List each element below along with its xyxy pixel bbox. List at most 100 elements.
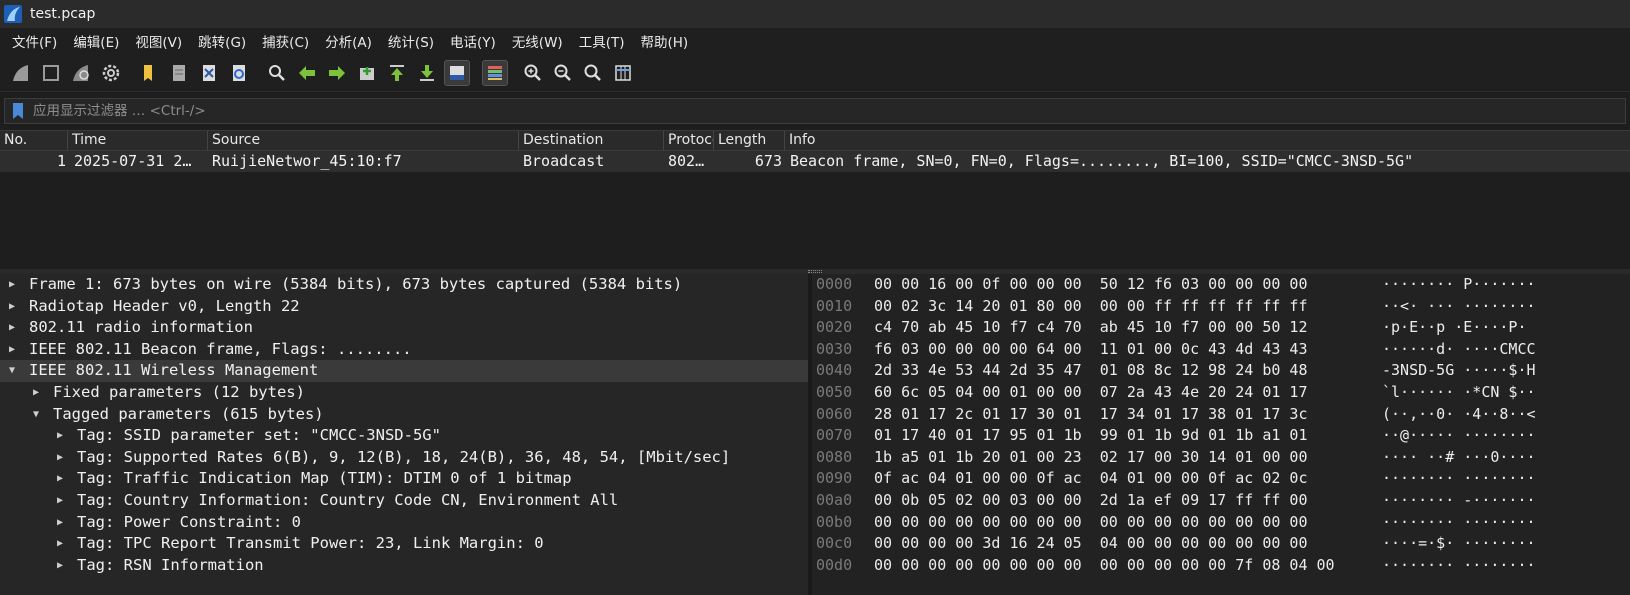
byte-hex: f6 03 00 00 00 00 64 00 11 01 00 0c 43 4… xyxy=(874,339,1308,358)
packet-row[interactable]: 1 2025-07-31 2… RuijieNetwor_45:10:f7 Br… xyxy=(0,151,1630,172)
detail-tree-row[interactable]: ▼ Tagged parameters (615 bytes) xyxy=(0,404,808,426)
collapsed-arrow-icon[interactable]: ▶ xyxy=(54,447,66,469)
byte-hex: 00 02 3c 14 20 01 80 00 00 00 ff ff ff f… xyxy=(874,296,1308,315)
detail-tree-row[interactable]: ▶ Tag: Supported Rates 6(B), 9, 12(B), 18… xyxy=(0,447,808,469)
restart-fin-icon[interactable] xyxy=(68,60,94,86)
collapsed-arrow-icon[interactable]: ▶ xyxy=(54,512,66,534)
zoom-in-icon[interactable] xyxy=(520,60,546,86)
autoscroll-icon[interactable] xyxy=(444,59,470,86)
stop-square-icon[interactable] xyxy=(38,60,64,86)
detail-tree-label: 802.11 radio information xyxy=(29,318,253,337)
detail-tree-row[interactable]: ▶ Radiotap Header v0, Length 22 xyxy=(0,296,808,318)
menu-help[interactable]: 帮助(H) xyxy=(632,31,696,51)
collapsed-arrow-icon[interactable]: ▶ xyxy=(54,533,66,555)
expanded-arrow-icon[interactable]: ▼ xyxy=(6,360,18,382)
menu-statistics[interactable]: 统计(S) xyxy=(380,31,442,51)
zoom-normal-icon[interactable] xyxy=(580,60,606,86)
last-packet-icon[interactable] xyxy=(414,60,440,86)
zoom-out-icon[interactable] xyxy=(550,60,576,86)
colorize-icon[interactable] xyxy=(482,59,508,86)
byte-hex: 00 00 00 00 3d 16 24 05 04 00 00 00 00 0… xyxy=(874,534,1308,553)
column-header-protocol[interactable]: Protocol xyxy=(664,131,714,150)
collapsed-arrow-icon[interactable]: ▶ xyxy=(6,339,18,361)
collapsed-arrow-icon[interactable]: ▶ xyxy=(54,425,66,447)
detail-tree-row[interactable]: ▶ Frame 1: 673 bytes on wire (5384 bits),… xyxy=(0,274,808,296)
file-icon[interactable] xyxy=(166,60,192,86)
byte-row[interactable]: 0000 00 00 16 00 0f 00 00 00 50 12 f6 03 … xyxy=(812,274,1630,296)
display-filter-input[interactable] xyxy=(31,102,1625,120)
byte-row[interactable]: 0030 f6 03 00 00 00 00 64 00 11 01 00 0c … xyxy=(812,339,1630,361)
first-packet-icon[interactable] xyxy=(384,60,410,86)
detail-tree-row[interactable]: ▶ Tag: TPC Report Transmit Power: 23, Lin… xyxy=(0,533,808,555)
detail-tree-row[interactable]: ▼ IEEE 802.11 Wireless Management xyxy=(0,360,808,382)
column-header-length[interactable]: Length xyxy=(714,131,785,150)
byte-hex: 01 17 40 01 17 95 01 1b 99 01 1b 9d 01 1… xyxy=(874,426,1308,445)
byte-row[interactable]: 00d0 00 00 00 00 00 00 00 00 00 00 00 00 … xyxy=(812,555,1630,577)
byte-row[interactable]: 0020 c4 70 ab 45 10 f7 c4 70 ab 45 10 f7 … xyxy=(812,317,1630,339)
go-forward-icon[interactable] xyxy=(324,60,350,86)
packet-destination: Broadcast xyxy=(523,152,605,170)
byte-hex: 60 6c 05 04 00 01 00 00 07 2a 43 4e 20 2… xyxy=(874,383,1308,401)
splitter-grip[interactable] xyxy=(808,270,822,273)
shark-fin-start-icon[interactable] xyxy=(8,60,34,86)
menu-analyze[interactable]: 分析(A) xyxy=(317,31,380,51)
go-to-packet-icon[interactable] xyxy=(354,60,380,86)
gear-options-icon[interactable] xyxy=(98,60,124,86)
menu-wireless[interactable]: 无线(W) xyxy=(504,31,571,51)
column-header-destination[interactable]: Destination xyxy=(519,131,664,150)
menu-file[interactable]: 文件(F) xyxy=(4,31,65,51)
byte-offset: 0080 xyxy=(816,447,853,466)
open-file-icon[interactable] xyxy=(136,60,162,86)
collapsed-arrow-icon[interactable]: ▶ xyxy=(30,382,42,404)
byte-row[interactable]: 0040 2d 33 4e 53 44 2d 35 47 01 08 8c 12 … xyxy=(812,360,1630,382)
collapsed-arrow-icon[interactable]: ▶ xyxy=(6,274,18,296)
collapsed-arrow-icon[interactable]: ▶ xyxy=(54,468,66,490)
detail-tree-row[interactable]: ▶ Tag: Power Constraint: 0 xyxy=(0,512,808,534)
detail-tree-row[interactable]: ▶ Tag: RSN Information xyxy=(0,555,808,577)
go-back-icon[interactable] xyxy=(294,60,320,86)
detail-tree-row[interactable]: ▶ Tag: Country Information: Country Code … xyxy=(0,490,808,512)
byte-hex: 28 01 17 2c 01 17 30 01 17 34 01 17 38 0… xyxy=(874,404,1308,423)
resize-columns-icon[interactable] xyxy=(610,60,636,86)
detail-tree-row[interactable]: ▶ Tag: Traffic Indication Map (TIM): DTIM… xyxy=(0,468,808,490)
menu-go[interactable]: 跳转(G) xyxy=(190,31,254,51)
column-header-no[interactable]: No. xyxy=(0,131,68,150)
byte-offset: 0030 xyxy=(816,339,853,358)
byte-hex: 2d 33 4e 53 44 2d 35 47 01 08 8c 12 98 2… xyxy=(874,361,1308,380)
byte-row[interactable]: 0090 0f ac 04 01 00 00 0f ac 04 01 00 00 … xyxy=(812,468,1630,490)
detail-tree-label: Tagged parameters (615 bytes) xyxy=(53,404,324,423)
byte-row[interactable]: 0010 00 02 3c 14 20 01 80 00 00 00 ff ff … xyxy=(812,296,1630,318)
menu-telephony[interactable]: 电话(Y) xyxy=(442,31,504,51)
byte-row[interactable]: 00c0 00 00 00 00 3d 16 24 05 04 00 00 00 … xyxy=(812,533,1630,555)
window-title: test.pcap xyxy=(30,6,96,22)
find-packet-icon[interactable] xyxy=(264,60,290,86)
packet-no: 1 xyxy=(56,152,66,170)
column-header-source[interactable]: Source xyxy=(208,131,519,150)
menu-tools[interactable]: 工具(T) xyxy=(571,31,633,51)
menu-view[interactable]: 视图(V) xyxy=(127,31,190,51)
detail-tree-row[interactable]: ▶ 802.11 radio information xyxy=(0,317,808,339)
detail-tree-row[interactable]: ▶ Tag: SSID parameter set: "CMCC-3NSD-5G" xyxy=(0,425,808,447)
collapsed-arrow-icon[interactable]: ▶ xyxy=(6,296,18,318)
column-header-time[interactable]: Time xyxy=(68,131,208,150)
reload-file-icon[interactable] xyxy=(226,60,252,86)
byte-row[interactable]: 0060 28 01 17 2c 01 17 30 01 17 34 01 17 … xyxy=(812,404,1630,426)
menu-capture[interactable]: 捕获(C) xyxy=(254,31,317,51)
menu-edit[interactable]: 编辑(E) xyxy=(65,31,127,51)
byte-row[interactable]: 0070 01 17 40 01 17 95 01 1b 99 01 1b 9d … xyxy=(812,425,1630,447)
byte-row[interactable]: 00a0 00 0b 05 02 00 03 00 00 2d 1a ef 09 … xyxy=(812,490,1630,512)
byte-row[interactable]: 0080 1b a5 01 1b 20 01 00 23 02 17 00 30 … xyxy=(812,447,1630,469)
collapsed-arrow-icon[interactable]: ▶ xyxy=(54,555,66,577)
detail-tree-row[interactable]: ▶ Fixed parameters (12 bytes) xyxy=(0,382,808,404)
collapsed-arrow-icon[interactable]: ▶ xyxy=(54,490,66,512)
column-header-info[interactable]: Info xyxy=(785,131,1630,150)
packet-details-tree: ▶ Frame 1: 673 bytes on wire (5384 bits),… xyxy=(0,274,808,595)
byte-offset: 0020 xyxy=(816,318,853,337)
byte-row[interactable]: 00b0 00 00 00 00 00 00 00 00 00 00 00 00 … xyxy=(812,512,1630,534)
detail-tree-row[interactable]: ▶ IEEE 802.11 Beacon frame, Flags: ......… xyxy=(0,339,808,361)
collapsed-arrow-icon[interactable]: ▶ xyxy=(6,317,18,339)
close-file-icon[interactable] xyxy=(196,60,222,86)
expanded-arrow-icon[interactable]: ▼ xyxy=(30,404,42,426)
byte-row[interactable]: 0050 60 6c 05 04 00 01 00 00 07 2a 43 4e … xyxy=(812,382,1630,404)
bookmark-icon[interactable] xyxy=(11,102,25,120)
